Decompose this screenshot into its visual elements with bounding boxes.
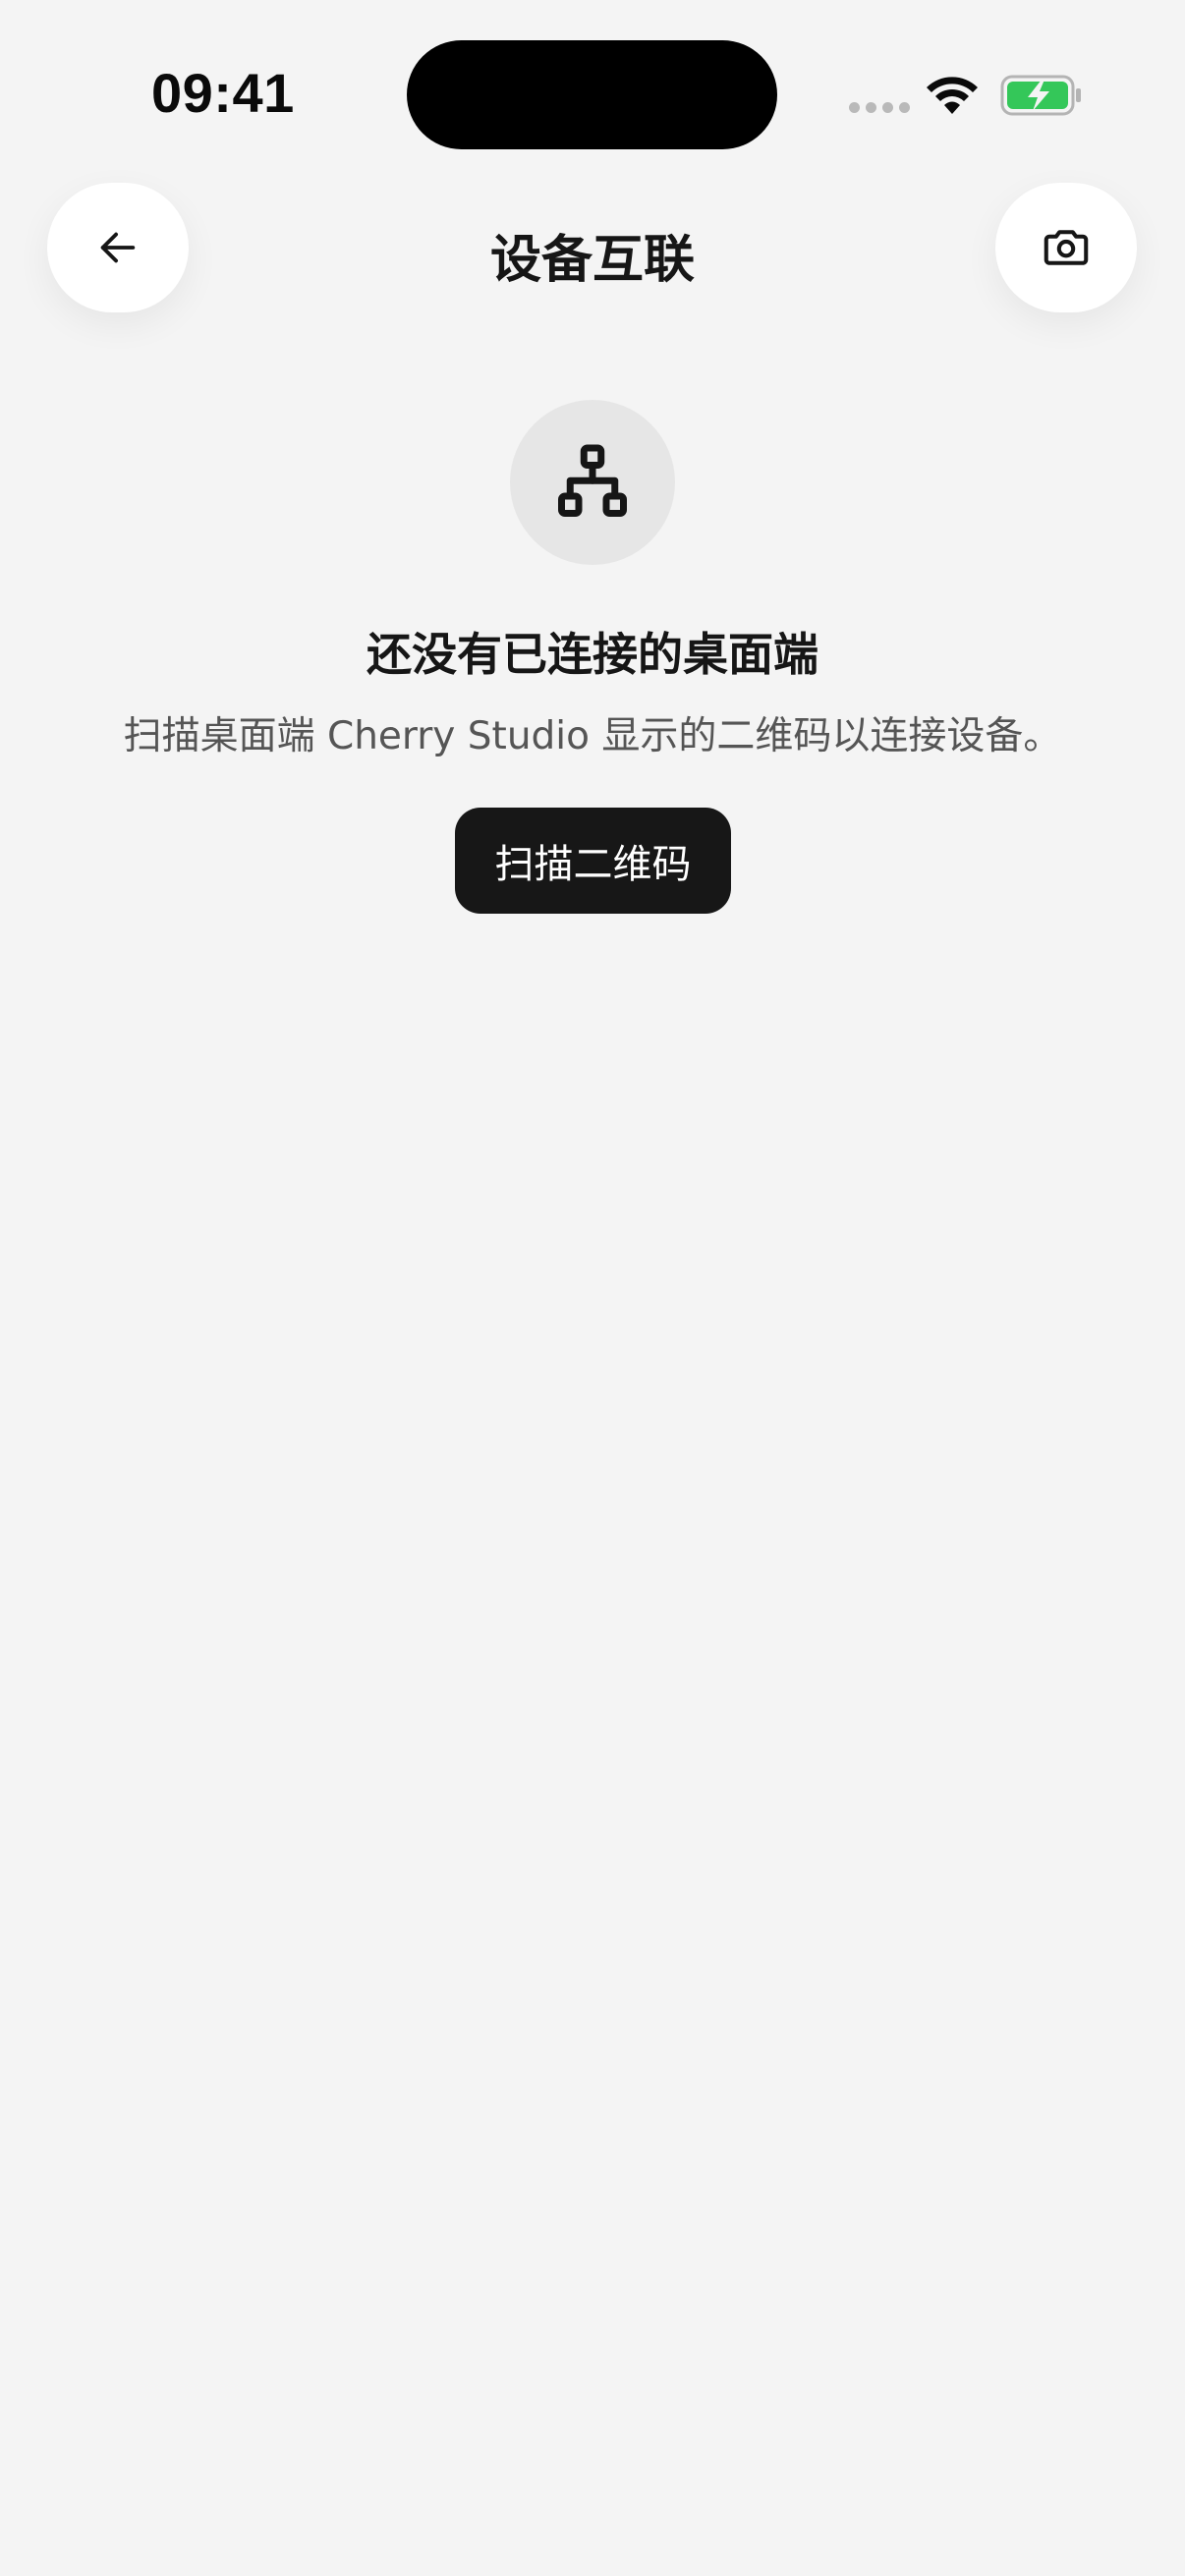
camera-button[interactable] bbox=[995, 183, 1137, 312]
cellular-signal-icon bbox=[849, 102, 910, 113]
empty-state-description: 扫描桌面端 Cherry Studio 显示的二维码以连接设备。 bbox=[123, 714, 1062, 758]
camera-icon bbox=[1044, 230, 1089, 265]
dynamic-island bbox=[407, 40, 777, 149]
wifi-icon bbox=[927, 77, 978, 114]
network-hierarchy-icon bbox=[558, 444, 627, 517]
empty-state-icon-container bbox=[510, 400, 675, 565]
battery-charging-icon bbox=[1000, 75, 1081, 116]
empty-state-title: 还没有已连接的桌面端 bbox=[367, 628, 818, 681]
scan-qr-button[interactable]: 扫描二维码 bbox=[455, 808, 731, 914]
status-time: 09:41 bbox=[151, 62, 295, 124]
